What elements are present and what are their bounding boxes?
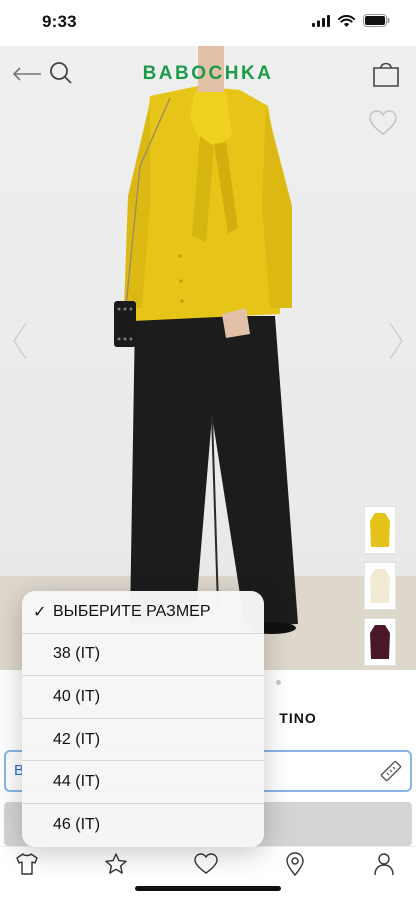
size-option-label: 42 (IT) [53, 730, 101, 748]
shirt-icon [16, 853, 38, 875]
shopping-bag-icon [373, 62, 399, 87]
carousel-dot [275, 680, 281, 685]
heart-icon [194, 853, 218, 874]
ruler-icon[interactable] [380, 760, 402, 782]
bottom-tab-bar [0, 846, 416, 900]
location-pin-icon [286, 852, 304, 876]
product-brand-text: TINO [279, 710, 317, 726]
tab-favorites[interactable] [193, 851, 219, 877]
size-option[interactable]: 38 (IT) [22, 634, 264, 677]
size-option-placeholder[interactable]: ✓ ВЫБЕРИТЕ РАЗМЕР [22, 591, 264, 634]
size-option[interactable]: 46 (IT) [22, 804, 264, 847]
size-option[interactable]: 42 (IT) [22, 719, 264, 762]
checkmark-icon: ✓ [33, 603, 47, 621]
cellular-signal-icon [312, 14, 330, 27]
size-option-label: 38 (IT) [53, 645, 101, 663]
heart-outline-icon[interactable] [369, 110, 397, 136]
top-navigation: BABOCHKA [0, 46, 416, 104]
status-time: 9:33 [42, 12, 77, 31]
yellow-blouse-icon [370, 513, 390, 547]
size-option[interactable]: 44 (IT) [22, 761, 264, 804]
cream-blouse-icon [370, 569, 390, 603]
thumbnail-burgundy[interactable] [364, 618, 396, 666]
carousel-prev-icon[interactable] [12, 321, 28, 361]
home-indicator [135, 886, 281, 891]
thumbnail-yellow[interactable] [364, 506, 396, 554]
size-option-label: 46 (IT) [53, 816, 101, 834]
wifi-icon [338, 14, 355, 27]
cart-button[interactable] [372, 60, 400, 88]
size-option-label: 40 (IT) [53, 687, 101, 705]
product-image[interactable] [0, 46, 416, 670]
tab-catalog[interactable] [14, 851, 40, 877]
size-picker-menu: ✓ ВЫБЕРИТЕ РАЗМЕР 38 (IT) 40 (IT) 42 (IT… [22, 591, 264, 847]
model-illustration [114, 46, 298, 634]
size-option[interactable]: 40 (IT) [22, 676, 264, 719]
battery-icon [363, 14, 390, 27]
star-icon [105, 853, 127, 874]
thumbnail-cream[interactable] [364, 562, 396, 610]
tab-stores[interactable] [282, 851, 308, 877]
color-thumbnails [364, 506, 396, 666]
tab-brands[interactable] [103, 851, 129, 877]
carousel-next-icon[interactable] [388, 321, 404, 361]
status-icons [312, 14, 390, 27]
status-bar: 9:33 [0, 0, 416, 46]
size-option-label: 44 (IT) [53, 773, 101, 791]
burgundy-blouse-icon [370, 625, 390, 659]
person-icon [374, 853, 394, 876]
tab-profile[interactable] [371, 851, 397, 877]
brand-logo[interactable]: BABOCHKA [0, 63, 416, 85]
size-option-label: ВЫБЕРИТЕ РАЗМЕР [53, 602, 211, 620]
